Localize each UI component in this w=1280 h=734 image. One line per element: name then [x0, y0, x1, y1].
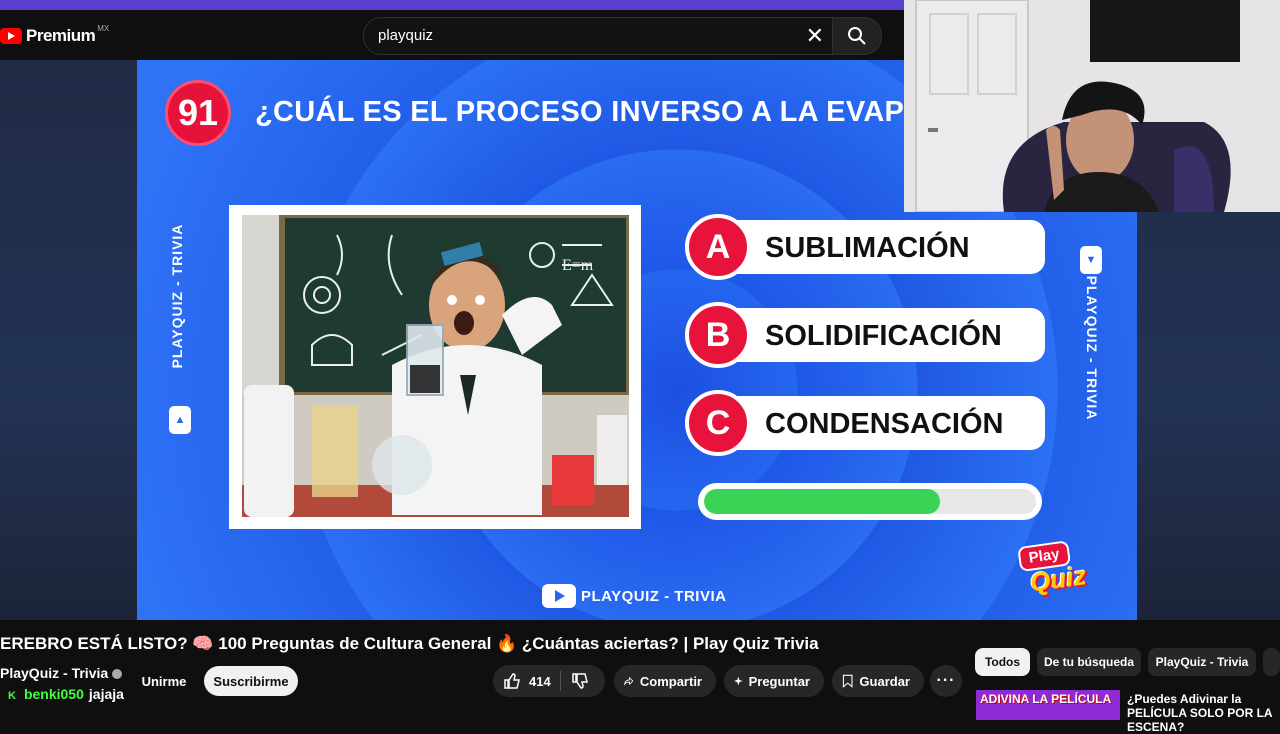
dislike-button[interactable]	[571, 672, 589, 695]
subscribe-button[interactable]: Suscribirme	[204, 666, 298, 696]
sparkle-icon	[734, 676, 743, 686]
chat-overlay-message: Kbenki050 jajaja	[8, 686, 124, 702]
more-actions-icon[interactable]: ···	[930, 665, 962, 697]
question-image: E=m	[229, 205, 641, 529]
chat-username: benki050	[23, 686, 84, 702]
recommended-video-title[interactable]: ¿Puedes Adivinar la PELÍCULA SOLO POR LA…	[1127, 692, 1277, 734]
answer-text: SOLIDIFICACIÓN	[765, 320, 1002, 352]
answer-text: CONDENSACIÓN	[765, 408, 1004, 440]
answer-letter: C	[685, 390, 751, 456]
question-text: ¿CUÁL ES EL PROCESO INVERSO A LA EVAPO	[255, 96, 928, 128]
chat-message: jajaja	[88, 686, 124, 702]
thumbs-up-icon	[504, 673, 520, 689]
top-accent-strip	[0, 0, 905, 10]
question-number-badge: 91	[165, 80, 231, 146]
recommended-thumbnail[interactable]: ADIVINA LA PELÍCULA	[976, 690, 1120, 720]
answer-option-a[interactable]: A SUBLIMACIÓN	[685, 214, 1045, 280]
webcam-overlay	[904, 0, 1280, 212]
chat-badge: K	[8, 690, 16, 702]
player-ambient-left	[0, 60, 137, 620]
join-button[interactable]: Unirme	[130, 666, 198, 696]
triangle-up-icon: ▲	[169, 406, 191, 434]
answer-option-b[interactable]: B SOLIDIFICACIÓN	[685, 302, 1045, 368]
playquiz-logo: Play Quiz	[1011, 532, 1104, 611]
ask-label: Preguntar	[748, 673, 810, 689]
like-dislike-group: 414	[493, 665, 605, 697]
chip-next[interactable]	[1263, 648, 1280, 676]
like-button[interactable]: 414	[503, 672, 551, 690]
save-button[interactable]: Guardar	[832, 665, 924, 697]
youtube-play-icon	[542, 584, 576, 608]
share-icon	[624, 676, 634, 686]
share-button[interactable]: Compartir	[614, 665, 716, 697]
channel-name[interactable]: PlayQuiz - Trivia	[0, 665, 123, 681]
answer-letter: A	[685, 214, 751, 280]
triangle-down-icon: ▼	[1080, 246, 1102, 274]
scientist-kid-illustration: E=m	[242, 215, 629, 517]
chip-all[interactable]: Todos	[975, 648, 1030, 676]
svg-text:E=m: E=m	[562, 257, 594, 274]
save-label: Guardar	[859, 673, 910, 689]
brand-text: PLAYQUIZ - TRIVIA	[581, 587, 727, 605]
chip-from-search[interactable]: De tu búsqueda	[1037, 648, 1141, 676]
channel-name-text[interactable]: PlayQuiz - Trivia	[0, 665, 108, 681]
youtube-play-icon	[0, 28, 22, 44]
masthead: Premium MX playquiz ✕	[0, 10, 905, 60]
bookmark-icon	[842, 674, 853, 688]
thumbnail-text: ADIVINA LA PELÍCULA	[980, 692, 1112, 706]
thumbs-down-icon	[572, 673, 588, 689]
logo-region: MX	[97, 23, 110, 33]
ask-button[interactable]: Preguntar	[724, 665, 824, 697]
progress-track	[704, 489, 1036, 514]
answer-option-c[interactable]: C CONDENSACIÓN	[685, 390, 1045, 456]
side-label-right: PLAYQUIZ - TRIVIA	[1084, 275, 1100, 421]
like-count: 414	[529, 673, 551, 689]
timer-progress-bar	[698, 483, 1042, 520]
video-title: EREBRO ESTÁ LISTO? 🧠 100 Preguntas de Cu…	[0, 634, 819, 653]
answer-letter: B	[685, 302, 751, 368]
side-label-left: PLAYQUIZ - TRIVIA	[169, 223, 185, 369]
search-button[interactable]	[832, 17, 882, 55]
search-input[interactable]: playquiz ✕	[363, 17, 835, 55]
logo-quiz-text: Quiz	[1028, 560, 1089, 598]
channel-brand: PLAYQUIZ - TRIVIA	[542, 584, 726, 608]
youtube-premium-logo[interactable]: Premium MX	[0, 23, 110, 46]
verified-icon	[112, 669, 123, 680]
close-icon[interactable]: ✕	[806, 23, 824, 49]
search-query[interactable]: playquiz	[378, 27, 433, 44]
search-icon	[848, 27, 866, 45]
divider	[560, 671, 561, 691]
logo-text: Premium	[26, 26, 96, 45]
answer-text: SUBLIMACIÓN	[765, 232, 970, 264]
streamer-webcam-feed	[904, 0, 1280, 212]
progress-fill	[704, 489, 940, 514]
chip-channel[interactable]: PlayQuiz - Trivia	[1148, 648, 1256, 676]
share-label: Compartir	[639, 673, 702, 689]
